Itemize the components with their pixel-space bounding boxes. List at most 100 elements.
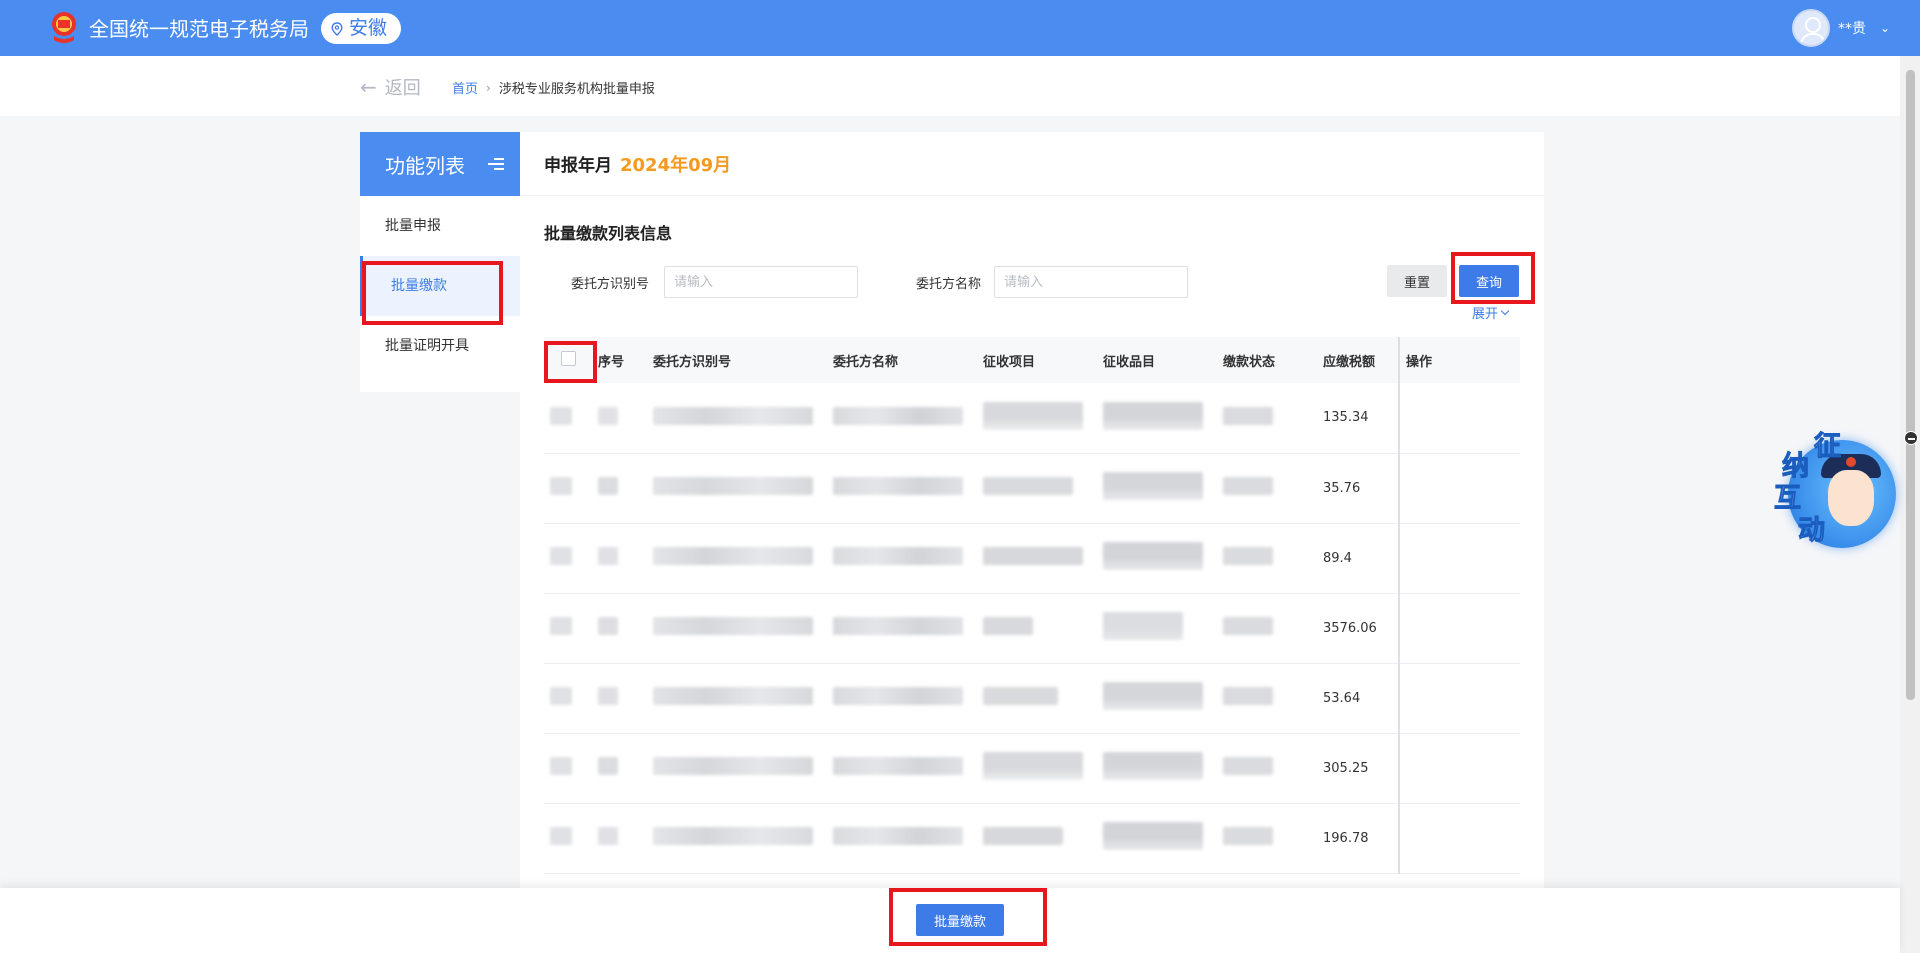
batch-pay-table: 序号 委托方识别号 委托方名称 征收项目 征收品目 缴款状态 应缴税额 操作 1… (544, 337, 1520, 874)
redacted-checkbox[interactable] (550, 687, 572, 705)
reset-button[interactable]: 重置 (1387, 265, 1447, 297)
row-select-cell (544, 383, 592, 454)
row-tax-item-cell (977, 803, 1097, 874)
select-all-checkbox[interactable] (561, 350, 576, 366)
minimize-icon[interactable] (1904, 431, 1918, 445)
region-label: 安徽 (349, 17, 388, 39)
breadcrumb-current: 涉税专业服务机构批量申报 (498, 82, 655, 97)
row-tax-subitem-cell (1097, 733, 1217, 804)
table-row[interactable]: 35.76 (544, 453, 1520, 524)
redacted-status (1223, 477, 1273, 495)
redacted-checkbox[interactable] (550, 757, 572, 775)
client-name-input[interactable] (994, 266, 1188, 298)
redacted-status (1223, 617, 1273, 635)
row-index-cell (592, 523, 647, 594)
redacted-status (1223, 827, 1273, 845)
row-actions-cell (1398, 523, 1520, 594)
redacted-checkbox[interactable] (550, 406, 572, 425)
row-status-cell (1217, 523, 1317, 594)
breadcrumb-bar: ← 返回 首页 › 涉税专业服务机构批量申报 (0, 56, 1900, 116)
row-status-cell (1217, 733, 1317, 804)
redacted-checkbox[interactable] (550, 547, 572, 565)
sidebar-title: 功能列表 (385, 153, 465, 178)
table-row[interactable]: 196.78 (544, 803, 1520, 874)
main-panel: 申报年月 2024年09月 批量缴款列表信息 委托方识别号 委托方名称 重置 查… (520, 132, 1544, 892)
site-title: 全国统一规范电子税务局 (89, 17, 309, 41)
redacted-client-id (653, 687, 813, 705)
table-row[interactable]: 305.25 (544, 733, 1520, 804)
redacted-checkbox[interactable] (550, 617, 572, 635)
row-actions-cell (1398, 593, 1520, 664)
row-client-id-cell (647, 523, 827, 594)
page-scrollbar-thumb[interactable] (1906, 70, 1915, 700)
batch-pay-button[interactable]: 批量缴款 (916, 904, 1004, 936)
redacted-status (1223, 757, 1273, 775)
row-actions-cell (1398, 803, 1520, 874)
table-row[interactable]: 3576.06 (544, 593, 1520, 664)
row-index-cell (592, 733, 647, 804)
row-tax-item-cell (977, 453, 1097, 524)
redacted-index (598, 827, 618, 845)
row-select-cell (544, 803, 592, 874)
user-menu[interactable]: **贵 ⌄ (1791, 9, 1890, 47)
col-header-tax-subitem: 征收品目 (1097, 337, 1217, 383)
function-sidebar: 功能列表 批量申报 批量缴款 批量证明开具 (360, 132, 520, 392)
row-amount-cell: 135.34 (1317, 383, 1399, 454)
redacted-client-id (653, 477, 813, 495)
redacted-client-name (833, 687, 963, 705)
row-select-cell (544, 733, 592, 804)
assistant-badge-icon (1846, 457, 1856, 467)
redacted-client-id (653, 827, 813, 845)
row-select-cell (544, 453, 592, 524)
redacted-tax-item (983, 401, 1083, 430)
region-selector[interactable]: 安徽 (321, 13, 402, 44)
row-index-cell (592, 383, 647, 454)
row-tax-item-cell (977, 593, 1097, 664)
sidebar-item-batch-declare[interactable]: 批量申报 (360, 196, 520, 256)
sidebar-item-batch-certificate[interactable]: 批量证明开具 (360, 316, 520, 376)
assistant-char-1: 征 (1814, 431, 1842, 463)
row-client-name-cell (827, 663, 977, 734)
row-client-id-cell (647, 733, 827, 804)
redacted-client-id (653, 547, 813, 565)
row-actions-cell (1398, 733, 1520, 804)
redacted-client-name (833, 617, 963, 635)
redacted-checkbox[interactable] (550, 827, 572, 845)
row-amount-cell: 89.4 (1317, 523, 1399, 594)
redacted-checkbox[interactable] (550, 477, 572, 495)
chevron-right-icon: › (486, 80, 491, 95)
redacted-index (598, 617, 618, 635)
row-status-cell (1217, 593, 1317, 664)
col-header-actions: 操作 (1398, 337, 1520, 383)
breadcrumb-home-link[interactable]: 首页 (452, 78, 478, 97)
row-client-id-cell (647, 453, 827, 524)
row-index-cell (592, 593, 647, 664)
row-amount-cell: 53.64 (1317, 663, 1399, 734)
sidebar-item-batch-pay[interactable]: 批量缴款 (360, 256, 520, 316)
assistant-char-3: 互 (1774, 483, 1802, 515)
section-title: 批量缴款列表信息 (544, 224, 673, 243)
row-tax-subitem-cell (1097, 453, 1217, 524)
chevron-down-icon: ⌄ (1879, 21, 1890, 35)
row-index-cell (592, 453, 647, 524)
expand-filters-link[interactable]: 展开 (1472, 303, 1510, 322)
row-client-name-cell (827, 383, 977, 454)
select-all-cell (544, 337, 592, 383)
row-actions-cell (1398, 383, 1520, 454)
table-body: 135.34 35.76 89.4 3576.06 53.64 305.25 1… (544, 383, 1520, 874)
table-row[interactable]: 135.34 (544, 383, 1520, 454)
redacted-index (598, 757, 618, 775)
client-id-input[interactable] (664, 266, 858, 298)
redacted-tax-subitem (1103, 822, 1203, 850)
tax-assistant-widget[interactable]: 征 纳 互 动 (1766, 424, 1902, 548)
back-button[interactable]: ← 返回 (360, 74, 421, 100)
user-name: **贵 (1837, 21, 1866, 37)
redacted-status (1223, 406, 1273, 425)
redacted-tax-subitem (1103, 612, 1183, 640)
table-row[interactable]: 53.64 (544, 663, 1520, 734)
expand-label: 展开 (1472, 307, 1499, 322)
query-button[interactable]: 查询 (1459, 265, 1519, 297)
assistant-avatar-icon (1828, 470, 1874, 526)
menu-collapse-icon[interactable] (488, 157, 504, 171)
table-row[interactable]: 89.4 (544, 523, 1520, 594)
